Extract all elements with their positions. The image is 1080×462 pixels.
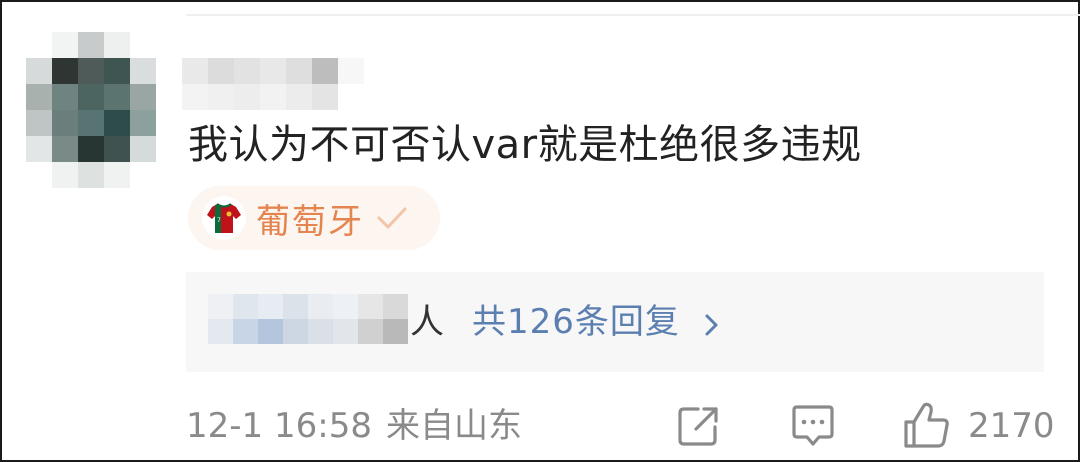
reply-count-link[interactable]: 共126条回复	[472, 300, 680, 344]
reply-user-names	[208, 294, 408, 344]
comment-location: 来自山东	[385, 406, 522, 446]
chevron-right-icon[interactable]	[700, 310, 724, 340]
username[interactable]	[182, 58, 364, 110]
like-icon[interactable]	[902, 400, 952, 450]
comment-text: 我认为不可否认var就是杜绝很多违规	[188, 122, 862, 168]
comment-card	[0, 0, 1080, 462]
comment-meta: 12-1 16:58 来自山东	[186, 402, 522, 450]
comment-time: 12-1 16:58	[186, 406, 372, 446]
jersey-icon: 7	[202, 196, 246, 240]
check-icon	[377, 207, 407, 229]
avatar[interactable]	[26, 32, 156, 188]
like-count: 2170	[968, 406, 1055, 446]
comment-icon[interactable]	[790, 404, 836, 448]
divider	[186, 14, 1080, 16]
team-badge[interactable]: 7 葡萄牙	[188, 186, 440, 250]
reply-users-suffix: 人	[410, 302, 444, 342]
team-name: 葡萄牙	[256, 201, 364, 242]
share-icon[interactable]	[676, 404, 722, 448]
svg-text:7: 7	[217, 217, 221, 224]
